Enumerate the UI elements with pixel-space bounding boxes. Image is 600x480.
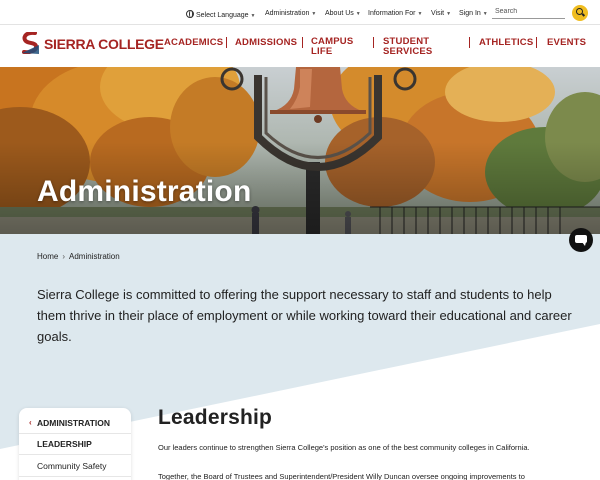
chat-button[interactable]	[569, 228, 593, 252]
breadcrumb-home[interactable]: Home	[37, 252, 58, 261]
search-button[interactable]	[572, 5, 588, 21]
side-menu-parent-label: ADMINISTRATION	[37, 418, 111, 428]
hero-banner: Administration	[0, 67, 600, 234]
side-menu-item-community-safety[interactable]: Community Safety	[19, 455, 131, 477]
sierra-college-logo	[22, 32, 39, 54]
chevron-down-icon: ▼	[311, 11, 317, 17]
util-link-visit[interactable]: Visit ▼	[431, 10, 451, 17]
breadcrumb: Home › Administration	[37, 252, 120, 261]
side-menu-item-leadership[interactable]: LEADERSHIP	[19, 433, 131, 455]
chevron-left-icon: ‹	[29, 418, 32, 427]
nav-divider	[469, 37, 470, 48]
util-link-information-for[interactable]: Information For ▼	[368, 10, 422, 17]
util-link-label: Sign In	[459, 10, 481, 17]
section-side-menu: ‹ ADMINISTRATION LEADERSHIP Community Saf…	[19, 408, 131, 480]
nav-campus-life[interactable]: CAMPUS LIFE	[311, 37, 353, 57]
leadership-paragraph-2: Together, the Board of Trustees and Supe…	[158, 472, 525, 480]
util-link-label: Visit	[431, 10, 445, 17]
side-menu-parent-administration[interactable]: ‹ ADMINISTRATION	[19, 412, 131, 434]
nav-campus-life-line2: LIFE	[311, 46, 333, 57]
nav-academics[interactable]: ACADEMICS	[164, 38, 223, 48]
nav-admissions[interactable]: ADMISSIONS	[235, 38, 297, 48]
page-title: Administration	[37, 175, 252, 208]
util-link-label: Administration	[265, 10, 310, 17]
nav-divider	[302, 37, 303, 48]
intro-paragraph: Sierra College is committed to offering …	[37, 287, 572, 344]
chevron-down-icon: ▼	[355, 11, 361, 17]
breadcrumb-current[interactable]: Administration	[69, 252, 120, 261]
util-link-administration[interactable]: Administration ▼	[265, 10, 316, 17]
nav-student-services-line2: SERVICES	[383, 46, 433, 57]
search-input[interactable]	[492, 5, 565, 19]
brand-name: SIERRA COLLEGE	[44, 36, 164, 52]
util-link-about-us[interactable]: About Us ▼	[325, 10, 361, 17]
site-logo[interactable]: SIERRA COLLEGE	[22, 32, 164, 62]
chevron-down-icon: ▼	[446, 11, 452, 17]
leadership-heading: Leadership	[158, 406, 273, 429]
language-label: Select Language	[196, 12, 249, 19]
globe-icon	[186, 10, 194, 18]
main-nav: SIERRA COLLEGE ACADEMICS ADMISSIONS CAMP…	[0, 24, 600, 67]
nav-divider	[226, 37, 227, 48]
util-link-label: Information For	[368, 10, 416, 17]
nav-athletics[interactable]: ATHLETICS	[479, 38, 533, 48]
chevron-right-icon: ›	[62, 252, 66, 261]
leadership-paragraph-1: Our leaders continue to strengthen Sierr…	[158, 443, 530, 452]
nav-divider	[373, 37, 374, 48]
utility-bar: Select Language ▼ Administration ▼ About U…	[0, 0, 600, 24]
util-link-label: About Us	[325, 10, 354, 17]
chevron-down-icon: ▼	[417, 11, 423, 17]
nav-student-services[interactable]: STUDENT SERVICES	[383, 37, 432, 57]
chevron-down-icon: ▼	[250, 13, 256, 19]
language-selector[interactable]: Select Language ▼	[186, 10, 256, 19]
nav-events[interactable]: EVENTS	[547, 38, 586, 48]
util-link-sign-in[interactable]: Sign In ▼	[459, 10, 488, 17]
chevron-down-icon: ▼	[482, 11, 488, 17]
nav-divider	[536, 37, 537, 48]
